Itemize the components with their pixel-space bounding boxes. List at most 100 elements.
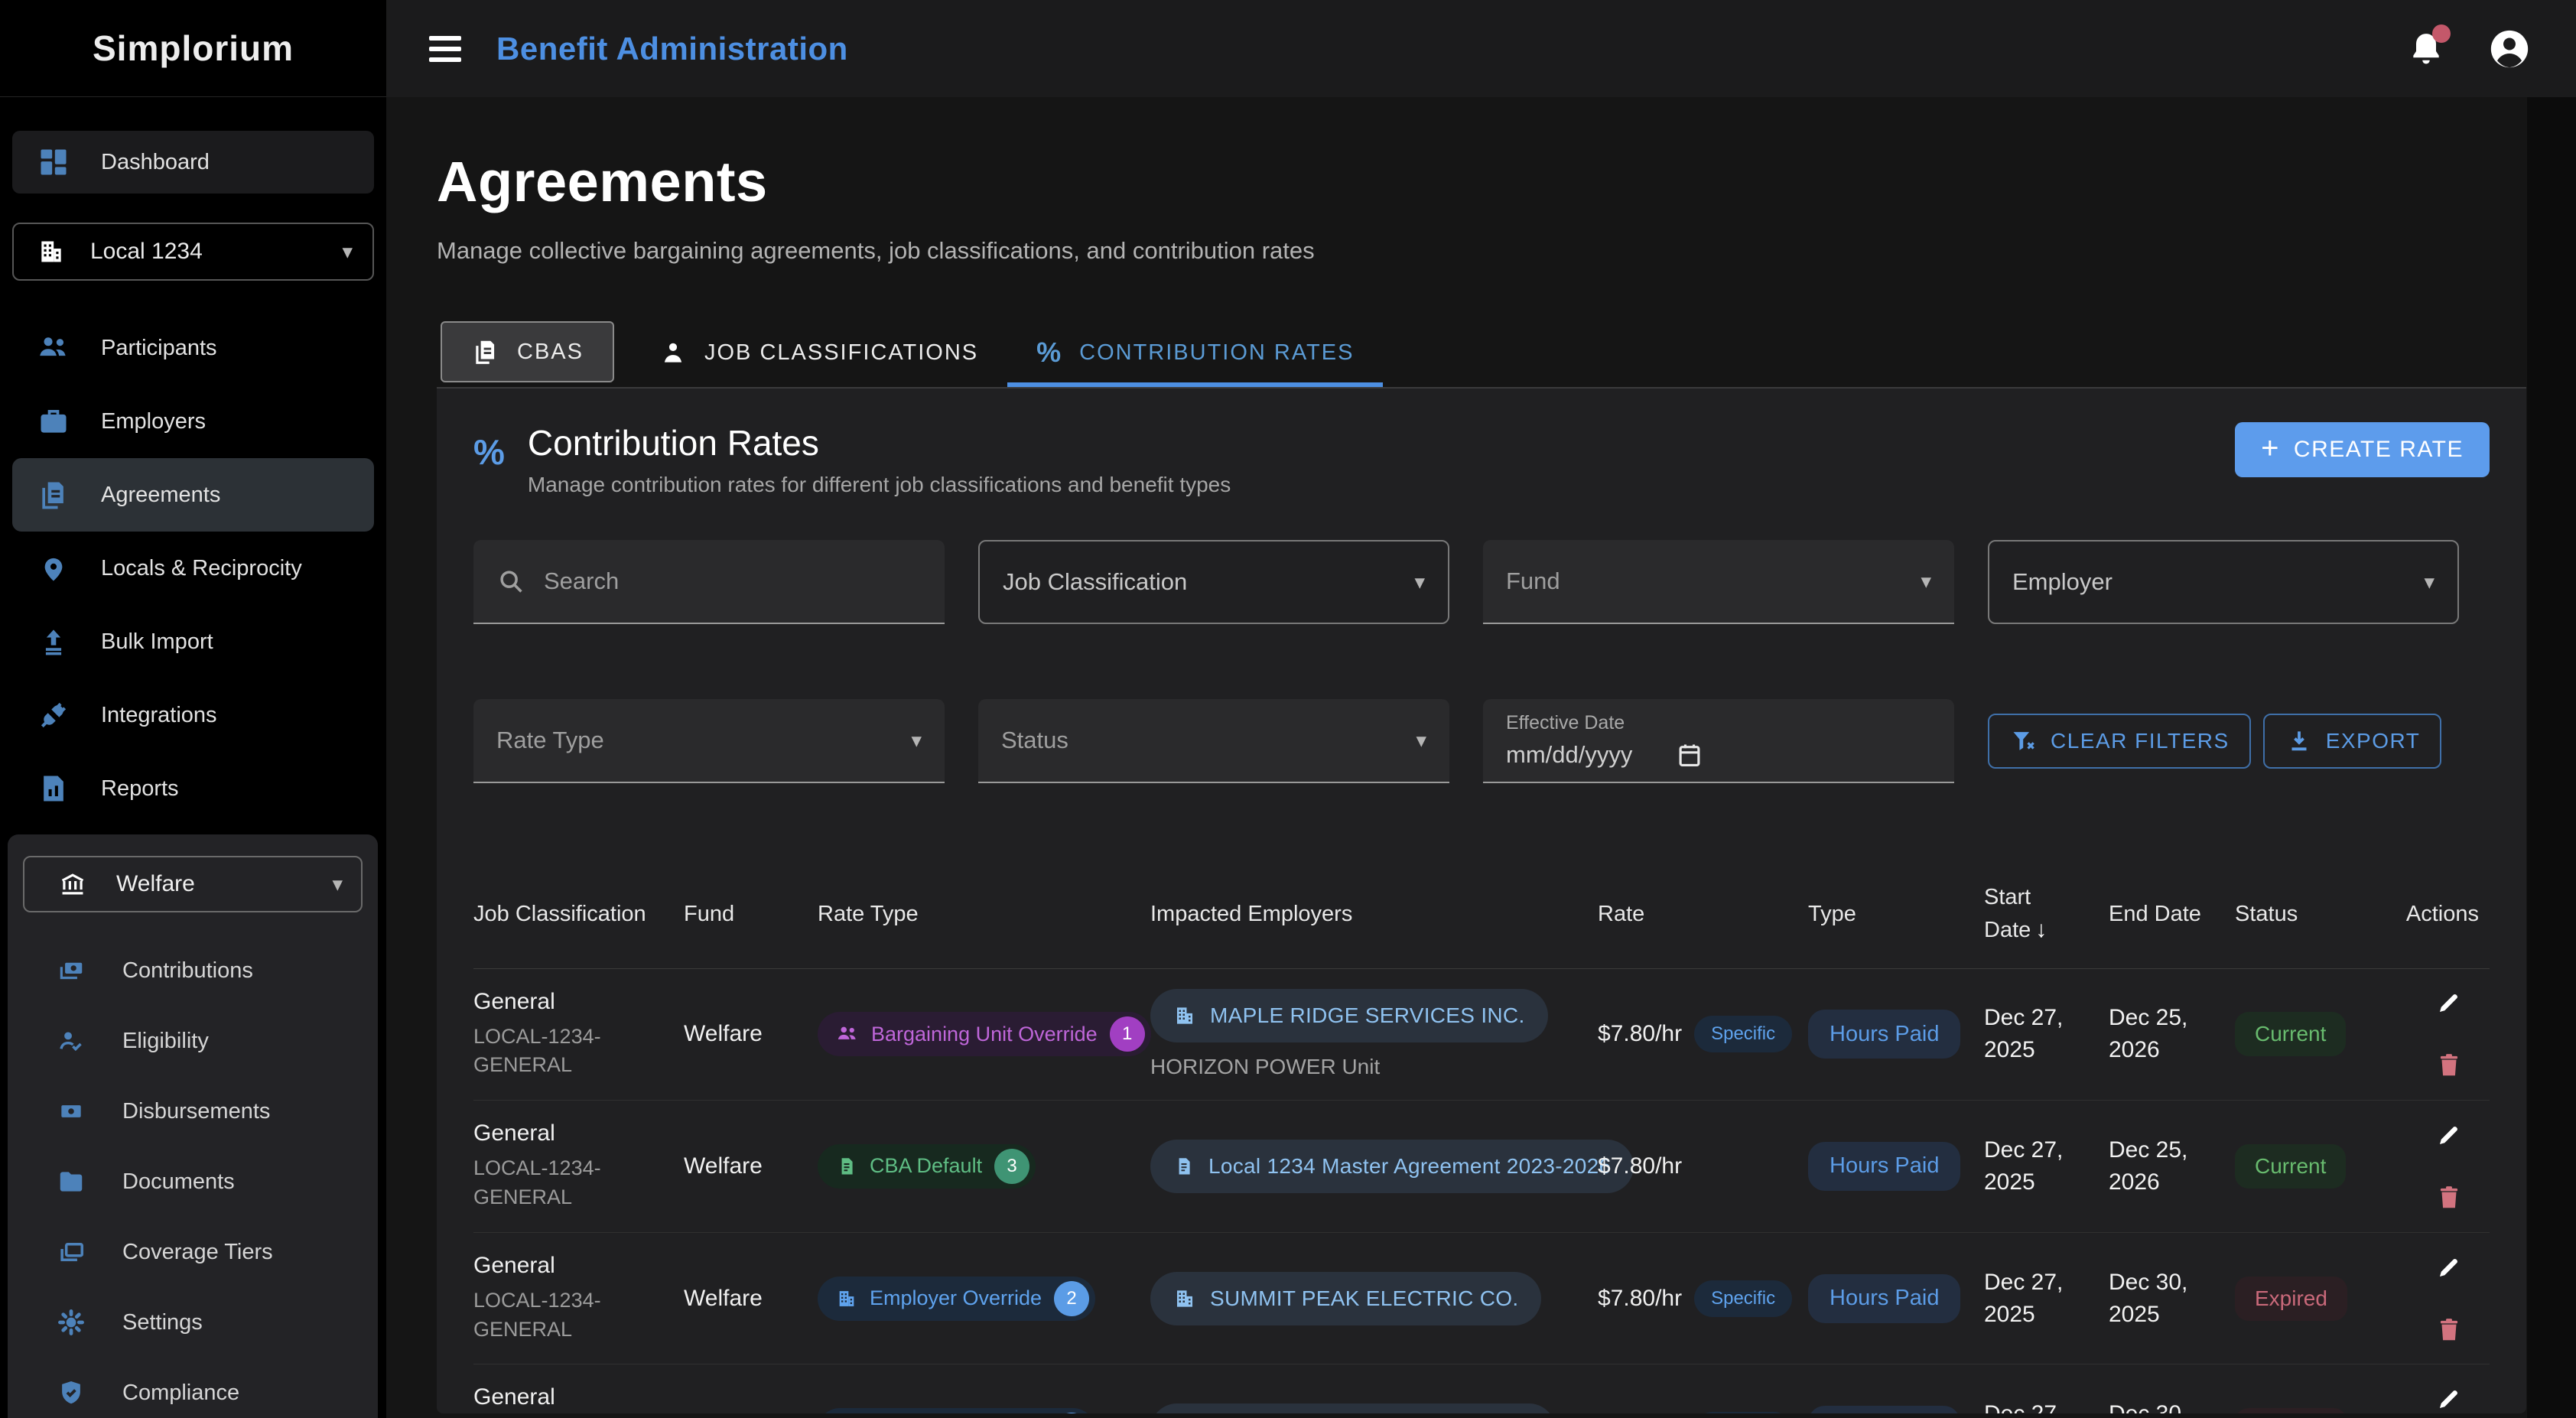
sidebar-item-compliance[interactable]: Compliance <box>23 1358 363 1418</box>
tab-cbas[interactable]: CBAS <box>441 321 614 382</box>
clear-filters-button[interactable]: CLEAR FILTERS <box>1988 714 2251 769</box>
header-fund: Fund <box>684 898 818 930</box>
edit-icon[interactable] <box>2435 1121 2463 1149</box>
sidebar-item-participants[interactable]: Participants <box>12 311 374 385</box>
sidebar-item-label: Participants <box>101 336 217 361</box>
sidebar-item-eligibility[interactable]: Eligibility <box>23 1006 363 1076</box>
job-classification-code: LOCAL-1234-GENERAL <box>473 1286 668 1345</box>
table-row[interactable]: General LOCAL-1234-GENERAL Welfare CBA D… <box>473 1101 2490 1233</box>
chevron-down-icon: ▾ <box>911 729 922 753</box>
type-chip: Hours Paid <box>1808 1142 1960 1191</box>
end-date: Dec 25,2026 <box>2109 1134 2220 1198</box>
sidebar-item-label: Settings <box>122 1310 203 1335</box>
status-badge: Current <box>2235 1144 2346 1189</box>
export-button[interactable]: EXPORT <box>2263 714 2442 769</box>
agreement-chip[interactable]: Local 1234 Master Agreement 2023-2026 <box>1150 1140 1634 1193</box>
header-start-date[interactable]: Start Date↓ <box>1984 881 2109 947</box>
rate-type-select[interactable]: Rate Type ▾ <box>473 699 945 783</box>
specific-badge: Specific <box>1694 1280 1792 1317</box>
sidebar-item-bulk-import[interactable]: Bulk Import <box>12 605 374 678</box>
sidebar-item-label: Employers <box>101 409 206 434</box>
chevron-down-icon: ▾ <box>342 240 353 264</box>
sidebar-item-integrations[interactable]: Integrations <box>12 678 374 752</box>
edit-icon[interactable] <box>2435 1385 2463 1413</box>
tab-label: CONTRIBUTION RATES <box>1079 340 1354 366</box>
upload-icon <box>37 625 70 659</box>
section-subtitle: Manage contribution rates for different … <box>528 473 1231 497</box>
effective-date-input[interactable]: Effective Date mm/dd/yyyy <box>1483 699 1954 783</box>
job-classification-select[interactable]: Job Classification ▾ <box>978 540 1449 624</box>
cash-stack-icon <box>57 956 86 985</box>
table-row[interactable]: General LOCAL-1234-GENERAL Welfare Emplo… <box>473 1233 2490 1365</box>
menu-icon[interactable] <box>429 36 461 62</box>
tab-label: JOB CLASSIFICATIONS <box>704 340 978 366</box>
sidebar-item-settings[interactable]: Settings <box>23 1287 363 1358</box>
fund-selector[interactable]: Welfare ▾ <box>23 856 363 912</box>
building-icon <box>1173 1004 1196 1027</box>
export-label: EXPORT <box>2326 729 2421 753</box>
sidebar-item-label: Eligibility <box>122 1029 209 1054</box>
employer-chip[interactable]: GREENFIELD TREE & GARDEN <box>1150 1403 1556 1413</box>
table-row[interactable]: General LOCAL-1234-GENERAL Welfare Emplo… <box>473 1364 2490 1413</box>
job-classification-name: General <box>473 1384 668 1410</box>
delete-icon[interactable] <box>2435 1315 2464 1344</box>
sidebar-item-coverage-tiers[interactable]: Coverage Tiers <box>23 1217 363 1287</box>
dashboard-grid-icon <box>37 145 70 179</box>
filter-clear-icon <box>2009 727 2038 756</box>
sidebar-item-employers[interactable]: Employers <box>12 385 374 458</box>
fund-value: Welfare <box>684 1286 763 1311</box>
plug-icon <box>37 698 70 732</box>
employer-chip[interactable]: MAPLE RIDGE SERVICES INC. <box>1150 989 1548 1042</box>
main-content: Agreements Manage collective bargaining … <box>386 97 2527 1418</box>
header-impacted-employers: Impacted Employers <box>1150 898 1598 930</box>
sidebar-item-label: Documents <box>122 1169 235 1195</box>
cash-icon <box>57 1097 86 1126</box>
rate-value: $7.80/hr <box>1598 1286 1682 1312</box>
sidebar-item-documents[interactable]: Documents <box>23 1146 363 1217</box>
start-date: Dec 27,2025 <box>1984 1002 2093 1066</box>
start-date: Dec 27,2025 <box>1984 1134 2093 1198</box>
local-selector-value: Local 1234 <box>90 239 203 265</box>
chevron-down-icon: ▾ <box>332 873 343 896</box>
sidebar-item-reports[interactable]: Reports <box>12 752 374 825</box>
sidebar-item-label: Locals & Reciprocity <box>101 556 302 581</box>
notifications-button[interactable] <box>2406 29 2446 69</box>
bank-icon <box>58 870 87 899</box>
tab-job-classifications[interactable]: JOB CLASSIFICATIONS <box>629 318 1007 387</box>
table-row[interactable]: General LOCAL-1234-GENERAL Welfare Barga… <box>473 969 2490 1101</box>
sidebar-item-dashboard[interactable]: Dashboard <box>12 131 374 194</box>
briefcase-icon <box>37 405 70 438</box>
topbar: Benefit Administration <box>386 0 2576 97</box>
app-logo: Simplorium <box>0 0 386 97</box>
document-icon <box>836 1156 857 1177</box>
edit-icon[interactable] <box>2435 1254 2463 1281</box>
employer-chip[interactable]: SUMMIT PEAK ELECTRIC CO. <box>1150 1272 1541 1325</box>
fund-select[interactable]: Fund ▾ <box>1483 540 1954 624</box>
tab-contribution-rates[interactable]: % CONTRIBUTION RATES <box>1007 318 1383 387</box>
sidebar-item-disbursements[interactable]: Disbursements <box>23 1076 363 1146</box>
sidebar-item-locals-reciprocity[interactable]: Locals & Reciprocity <box>12 532 374 605</box>
sidebar-item-contributions[interactable]: Contributions <box>23 935 363 1006</box>
specific-badge: Specific <box>1694 1016 1792 1052</box>
status-select[interactable]: Status ▾ <box>978 699 1449 783</box>
create-rate-button[interactable]: + CREATE RATE <box>2235 422 2490 477</box>
download-icon <box>2285 727 2314 756</box>
edit-icon[interactable] <box>2435 989 2463 1016</box>
delete-icon[interactable] <box>2435 1182 2464 1211</box>
header-status: Status <box>2235 898 2376 930</box>
search-icon <box>496 567 525 596</box>
sidebar-item-label: Compliance <box>122 1381 239 1406</box>
account-button[interactable] <box>2487 27 2532 71</box>
job-classification-name: General <box>473 989 668 1015</box>
percent-icon: % <box>1036 337 1062 369</box>
employer-select[interactable]: Employer ▾ <box>1988 540 2459 624</box>
search-input[interactable]: Search <box>473 540 945 624</box>
header-end-date: End Date <box>2109 898 2235 930</box>
building-icon <box>836 1288 857 1309</box>
delete-icon[interactable] <box>2435 1050 2464 1079</box>
sidebar-item-agreements[interactable]: Agreements <box>12 458 374 532</box>
page-title: Agreements <box>437 149 2527 214</box>
chevron-down-icon: ▾ <box>1414 571 1425 594</box>
header-rate: Rate <box>1598 898 1808 930</box>
local-selector[interactable]: Local 1234 ▾ <box>12 223 374 281</box>
